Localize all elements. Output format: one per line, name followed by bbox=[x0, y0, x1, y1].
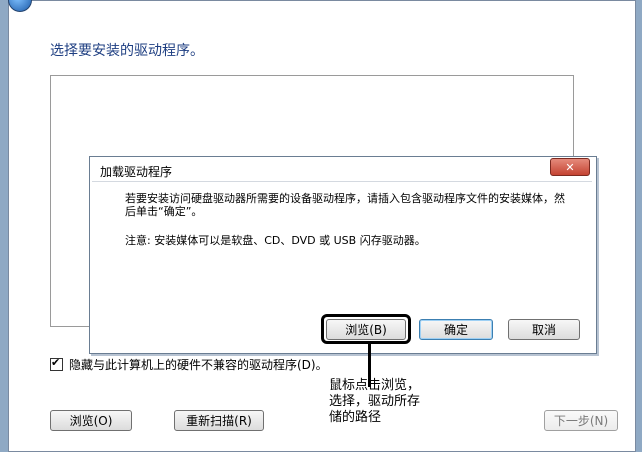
browse-highlight-ring bbox=[321, 314, 411, 344]
hide-incompatible-checkbox[interactable] bbox=[50, 356, 63, 371]
annotation-text: 鼠标点击浏览， 选择，驱动所存 储的路径 bbox=[329, 378, 421, 425]
rescan-button[interactable]: 重新扫描(R) bbox=[174, 410, 264, 431]
close-button[interactable]: ✕ bbox=[550, 158, 590, 176]
dialog-note: 注意: 安装媒体可以是软盘、CD、DVD 或 USB 闪存驱动器。 bbox=[125, 234, 426, 247]
next-button[interactable]: 下一步(N) bbox=[544, 410, 618, 431]
page-title: 选择要安装的驱动程序。 bbox=[50, 43, 204, 59]
hide-incompatible-row[interactable]: 隐藏与此计算机上的硬件不兼容的驱动程序(D)。 bbox=[50, 356, 328, 373]
browse-button[interactable]: 浏览(O) bbox=[50, 410, 132, 431]
close-icon: ✕ bbox=[565, 160, 575, 174]
ok-button[interactable]: 确定 bbox=[419, 319, 493, 340]
cancel-button[interactable]: 取消 bbox=[508, 319, 580, 340]
dialog-title: 加载驱动程序 bbox=[100, 165, 173, 179]
hide-incompatible-label: 隐藏与此计算机上的硬件不兼容的驱动程序(D)。 bbox=[69, 358, 328, 372]
dialog-message: 若要安装访问硬盘驱动器所需要的设备驱动程序，请插入包含驱动程序文件的安装媒体，然… bbox=[125, 192, 565, 218]
